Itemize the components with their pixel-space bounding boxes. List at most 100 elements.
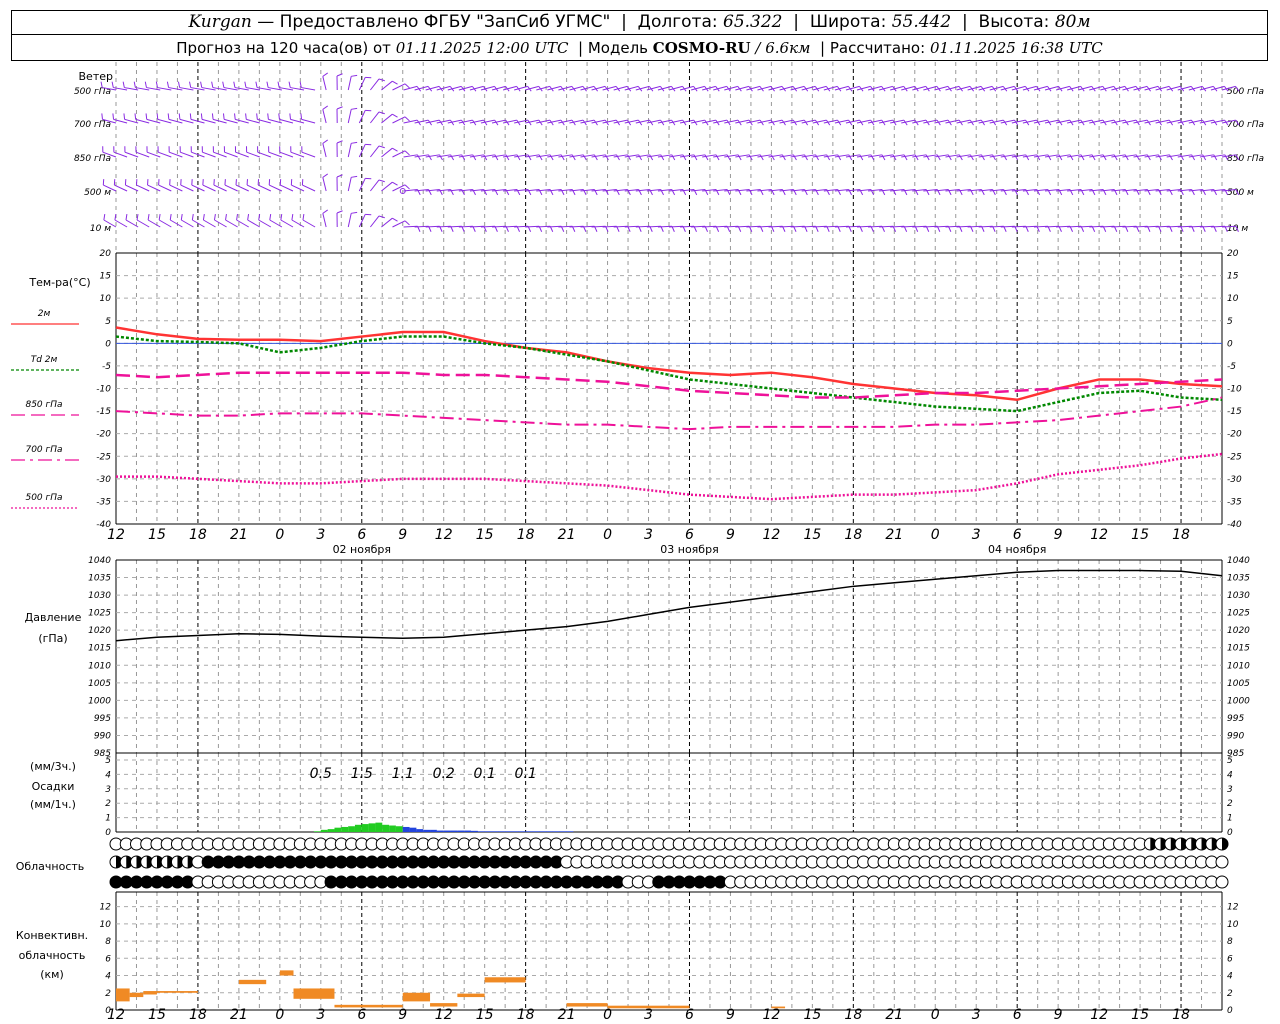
pressure-ytick: 1040 [88, 556, 111, 566]
wind-barb-feather [848, 154, 853, 161]
temp-ytick: 15 [100, 272, 112, 282]
conv-cloud-bar [607, 1005, 690, 1009]
precip-bar [368, 823, 376, 832]
wind-barb-feather [180, 213, 183, 221]
time-tick-bottom: 15 [1131, 1007, 1149, 1023]
wind-barb-feather [177, 81, 181, 88]
wind-barb-feather [671, 154, 676, 161]
wind-barb-feather [704, 154, 709, 161]
wind-barb-feather [604, 154, 609, 161]
precip-ytick-right: 4 [1227, 770, 1233, 780]
wind-barb-feather [144, 81, 147, 88]
time-tick: 12 [762, 527, 780, 543]
wind-barb-feather [870, 154, 875, 161]
wind-barb-feather [291, 213, 294, 221]
wind-barb-feather [715, 154, 720, 161]
pressure-ytick: 1015 [88, 644, 111, 654]
conv-ytick-right: 12 [1227, 903, 1239, 913]
wind-barb-feather [505, 154, 510, 161]
wind-barb-feather [133, 81, 136, 88]
wind-barb-feather [169, 213, 172, 221]
precip-label-1h: (мм/1ч.) [30, 798, 76, 811]
precip-ytick-right: 2 [1227, 799, 1233, 809]
wind-barb-feather [881, 154, 886, 161]
wind-barb-feather [549, 154, 554, 161]
time-tick-bottom: 12 [435, 1007, 453, 1023]
cloud-cover-fill [1222, 838, 1228, 850]
time-tick: 12 [107, 527, 125, 543]
cloud-cover-symbol [1215, 855, 1229, 869]
wind-barb-feather [527, 154, 532, 161]
wind-barb-feather [392, 181, 398, 186]
wind-barb-feather [336, 73, 343, 77]
wind-barb [358, 214, 366, 228]
pressure-ytick: 995 [94, 714, 111, 724]
wind-barb [347, 177, 352, 192]
precip-bar [457, 830, 465, 832]
wind-barb-feather [837, 154, 842, 161]
time-tick: 18 [189, 527, 207, 543]
wind-barb-feather [266, 81, 269, 88]
precip-ytick: 1 [105, 814, 111, 824]
temp-ytick: -20 [96, 430, 111, 440]
precip-bar [327, 829, 335, 832]
conv-ytick-right: 4 [1227, 972, 1233, 982]
conv-cloud-bar [116, 988, 130, 1002]
wind-barb [369, 111, 380, 124]
conv-title-1: Конвективн. [16, 929, 88, 942]
wind-barb-feather [233, 81, 236, 88]
wind-barb-feather [404, 184, 410, 190]
wind-barb-feather [202, 213, 205, 221]
wind-barb-feather [167, 113, 170, 120]
wind-barb [257, 184, 272, 192]
time-tick-bottom: 0 [603, 1007, 612, 1023]
time-tick-bottom: 18 [189, 1007, 207, 1023]
time-tick: 18 [844, 527, 862, 543]
wind-barb [147, 184, 161, 192]
wind-barb [280, 219, 294, 228]
wind-barb-feather [461, 154, 466, 161]
wind-barb [246, 151, 260, 158]
wind-barb [235, 184, 249, 192]
time-tick-bottom: 6 [357, 1007, 366, 1023]
wind-barb-feather [378, 179, 385, 183]
temp-ytick: -25 [96, 452, 111, 462]
conv-title-2: облачность [19, 949, 86, 962]
wind-barb [257, 151, 272, 158]
wind-barb [157, 151, 172, 158]
time-tick-bottom: 9 [398, 1007, 407, 1023]
pressure-ytick-right: 1035 [1227, 574, 1250, 584]
wind-barb [291, 219, 305, 228]
wind-barb [224, 184, 238, 192]
precip-bar [361, 824, 369, 832]
precip-bar [532, 831, 540, 832]
wind-barb [114, 219, 128, 228]
pressure-ytick: 1005 [88, 679, 111, 689]
temp-ytick: -30 [96, 475, 111, 485]
precip-ytick: 5 [105, 756, 111, 766]
precip-bar [354, 824, 362, 832]
wind-barb [247, 219, 261, 228]
time-tick-bottom: 3 [972, 1007, 981, 1023]
wind-barb-feather [472, 154, 477, 161]
wind-barb-feather [112, 113, 115, 120]
conv-cloud-bar [143, 991, 157, 995]
wind-barb-feather [189, 81, 192, 88]
pressure-ytick-right: 1015 [1227, 644, 1250, 654]
wind-barb-feather [726, 154, 731, 161]
wind-barb-feather [101, 113, 103, 120]
wind-barb-feather [234, 113, 236, 120]
wind-barb-feather [1069, 154, 1074, 161]
meteogram-svg: Ветер Тем-ра(°C) Давление (гПа) (мм/3ч.)… [11, 62, 1264, 1023]
wind-barb-feather [191, 213, 194, 221]
wind-barb-feather [571, 154, 576, 161]
wind-barb-feather [428, 154, 432, 161]
conv-ytick-right: 10 [1227, 920, 1239, 930]
temp-ytick-right: 10 [1227, 294, 1239, 304]
wind-barb-feather [267, 113, 269, 120]
time-tick-bottom: 18 [517, 1007, 535, 1023]
wind-barb [202, 151, 216, 158]
wind-barb [381, 181, 393, 192]
precip-bar [382, 824, 390, 832]
wind-barb [301, 151, 316, 158]
